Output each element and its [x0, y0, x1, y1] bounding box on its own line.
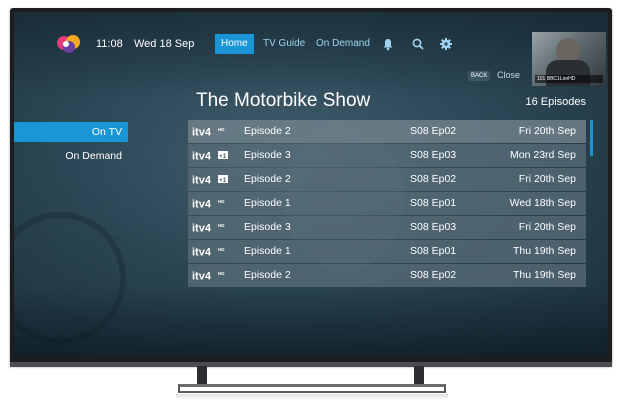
svg-text:itv4: itv4 — [192, 247, 212, 258]
svg-text:itv4: itv4 — [192, 151, 212, 162]
episode-code: S08 Ep01 — [410, 197, 457, 209]
episode-row[interactable]: itv4 HD Episode 2 S08 Ep02 Fri 20th Sep — [188, 120, 586, 143]
episode-code: S08 Ep02 — [410, 269, 457, 281]
episode-date: Fri 20th Sep — [518, 221, 576, 233]
svg-text:HD: HD — [218, 199, 225, 204]
search-icon[interactable] — [411, 37, 425, 51]
svg-text:HD: HD — [218, 247, 225, 252]
clock-time: 11:08 — [96, 38, 123, 50]
nav-on-demand[interactable]: On Demand — [310, 34, 376, 54]
nav-tv-guide[interactable]: TV Guide — [257, 34, 311, 54]
svg-text:itv4: itv4 — [192, 175, 212, 186]
tv-leg-left — [197, 366, 207, 386]
svg-text:itv4: itv4 — [192, 127, 212, 138]
episode-row[interactable]: itv4 HD Episode 1 S08 Ep01 Thu 19th Sep — [188, 240, 586, 263]
channel-logo-icon: itv4 +1 — [188, 168, 238, 191]
channel-logo-icon: itv4 HD — [188, 192, 238, 215]
nav-home[interactable]: Home — [215, 34, 254, 54]
sidebar-item-on-demand[interactable]: On Demand — [14, 146, 128, 166]
episode-title: Episode 2 — [244, 125, 291, 137]
episode-row[interactable]: itv4 +1 Episode 3 S08 Ep03 Mon 23rd Sep — [188, 144, 586, 167]
channel-logo-icon: itv4 HD — [188, 264, 238, 287]
channel-logo-icon: itv4 HD — [188, 216, 238, 239]
episode-date: Thu 19th Sep — [512, 245, 576, 257]
episode-date: Wed 18th Sep — [509, 197, 576, 209]
channel-logo-icon: itv4 +1 — [188, 144, 238, 167]
svg-text:HD: HD — [218, 223, 225, 228]
gear-icon[interactable] — [439, 37, 453, 51]
svg-text:HD: HD — [218, 127, 225, 132]
top-bar: 11:08 Wed 18 Sep Home TV Guide On Demand… — [14, 12, 608, 86]
episode-date: Fri 20th Sep — [518, 173, 576, 185]
svg-text:itv4: itv4 — [192, 223, 212, 234]
tv-stand-shadow — [176, 394, 448, 400]
channel-logo-icon: itv4 HD — [188, 240, 238, 263]
episode-title: Episode 1 — [244, 245, 291, 257]
preview-channel-caption: 101 BBC1LonHD — [535, 75, 603, 83]
episode-code: S08 Ep02 — [410, 125, 457, 137]
sidebar-item-on-tv[interactable]: On TV — [14, 122, 128, 142]
episode-title: Episode 1 — [244, 197, 291, 209]
current-date: Wed 18 Sep — [134, 38, 195, 50]
episode-list: itv4 HD Episode 2 S08 Ep02 Fri 20th Sep itv4 +… — [188, 120, 586, 288]
live-preview-thumbnail[interactable]: 101 BBC1LonHD — [532, 32, 606, 86]
episode-row[interactable]: itv4 +1 Episode 2 S08 Ep02 Fri 20th Sep — [188, 168, 586, 191]
episode-title: Episode 3 — [244, 149, 291, 161]
close-label[interactable]: Close — [497, 70, 520, 80]
episode-code: S08 Ep01 — [410, 245, 457, 257]
episode-title: Episode 3 — [244, 221, 291, 233]
list-scrollbar[interactable] — [590, 120, 593, 156]
svg-text:+1: +1 — [219, 177, 227, 184]
freeview-logo-icon — [57, 35, 80, 53]
svg-text:itv4: itv4 — [192, 199, 212, 210]
channel-logo-icon: itv4 HD — [188, 120, 238, 143]
bell-icon[interactable] — [381, 37, 395, 51]
episode-row[interactable]: itv4 HD Episode 2 S08 Ep02 Thu 19th Sep — [188, 264, 586, 287]
back-button-badge[interactable]: BACK — [468, 71, 491, 81]
episode-count: 16 Episodes — [525, 96, 586, 108]
episode-title: Episode 2 — [244, 173, 291, 185]
episode-code: S08 Ep03 — [410, 221, 457, 233]
tv-screen: 11:08 Wed 18 Sep Home TV Guide On Demand… — [14, 12, 608, 356]
episode-code: S08 Ep02 — [410, 173, 457, 185]
episode-row[interactable]: itv4 HD Episode 3 S08 Ep03 Fri 20th Sep — [188, 216, 586, 239]
episode-title: Episode 2 — [244, 269, 291, 281]
svg-text:+1: +1 — [219, 153, 227, 160]
episode-date: Mon 23rd Sep — [510, 149, 576, 161]
svg-text:itv4: itv4 — [192, 271, 212, 282]
tv-stand — [178, 384, 446, 393]
episode-row[interactable]: itv4 HD Episode 1 S08 Ep01 Wed 18th Sep — [188, 192, 586, 215]
episode-code: S08 Ep03 — [410, 149, 457, 161]
tv-leg-right — [414, 366, 424, 386]
tv-bezel-bottom — [10, 362, 612, 367]
page-title: The Motorbike Show — [196, 90, 371, 111]
svg-text:HD: HD — [218, 271, 225, 276]
episode-date: Thu 19th Sep — [512, 269, 576, 281]
episode-date: Fri 20th Sep — [518, 125, 576, 137]
